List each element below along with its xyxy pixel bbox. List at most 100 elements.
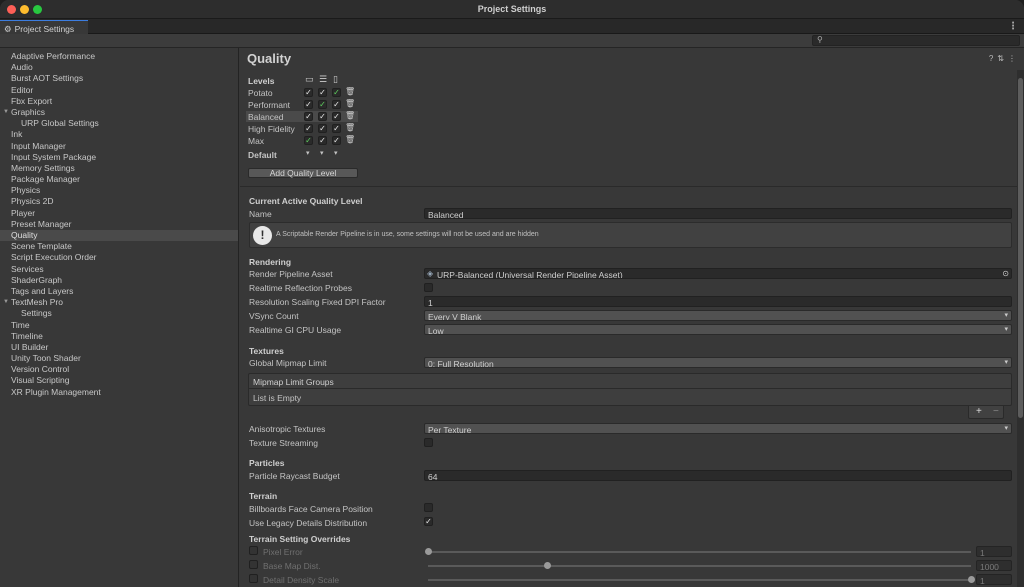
trash-icon[interactable]: 🗑 [345, 111, 355, 120]
sidebar-item[interactable]: XR Plugin Management [0, 387, 238, 398]
pixel-error-value[interactable]: 1 [976, 546, 1012, 558]
default-server-dropdown[interactable]: ▾ [320, 149, 324, 157]
dpi-factor-field[interactable]: 1 [424, 296, 1012, 307]
sidebar-item[interactable]: Physics 2D [0, 196, 238, 207]
platform-checkbox[interactable] [304, 124, 313, 133]
vsync-dropdown[interactable]: Every V Blank ▾ [424, 310, 1012, 321]
sidebar-item[interactable]: Memory Settings [0, 163, 238, 174]
sidebar-item[interactable]: Input Manager [0, 141, 238, 152]
trash-icon[interactable]: 🗑 [345, 135, 355, 144]
platform-checkbox[interactable] [304, 136, 313, 145]
sidebar-item[interactable]: Editor [0, 85, 238, 96]
platform-checkbox[interactable] [304, 100, 313, 109]
window-title: Project Settings [477, 4, 547, 14]
sidebar-item-label: Memory Settings [11, 162, 75, 173]
pipeline-asset-field[interactable]: ◈ URP-Balanced (Universal Render Pipelin… [424, 268, 1012, 279]
default-mobile-dropdown[interactable]: ▾ [334, 149, 338, 157]
platform-checkbox[interactable] [332, 136, 341, 145]
platform-checkbox[interactable] [332, 124, 341, 133]
quality-level-row[interactable]: Balanced 🗑 [246, 111, 358, 122]
platform-checkbox[interactable] [318, 124, 327, 133]
slider-knob[interactable] [968, 576, 975, 583]
reflection-probes-checkbox[interactable] [424, 283, 433, 292]
remove-item-button[interactable]: − [993, 406, 999, 417]
platform-checkbox[interactable] [304, 112, 313, 121]
sidebar-item[interactable]: Script Execution Order [0, 252, 238, 263]
expand-arrow-icon[interactable]: ▼ [3, 107, 9, 118]
sidebar-item[interactable]: Settings [0, 308, 238, 319]
sidebar-item[interactable]: Adaptive Performance [0, 51, 238, 62]
platform-checkbox[interactable] [318, 88, 327, 97]
sidebar-item[interactable]: Player [0, 208, 238, 219]
platform-checkbox[interactable] [304, 88, 313, 97]
search-input[interactable]: ⚲ [812, 35, 1020, 46]
texture-streaming-checkbox[interactable] [424, 438, 433, 447]
trash-icon[interactable]: 🗑 [345, 99, 355, 108]
sidebar-item[interactable]: Preset Manager [0, 219, 238, 230]
anisotropic-dropdown[interactable]: Per Texture ▾ [424, 423, 1012, 434]
sidebar-item[interactable]: Scene Template [0, 241, 238, 252]
sidebar-item[interactable]: Ink [0, 129, 238, 140]
slider-knob[interactable] [544, 562, 552, 569]
trash-icon[interactable]: 🗑 [345, 87, 355, 96]
mipmap-limit-dropdown[interactable]: 0: Full Resolution ▾ [424, 357, 1012, 368]
density-override-checkbox[interactable] [249, 574, 258, 583]
platform-checkbox[interactable] [332, 88, 341, 97]
sidebar-item[interactable]: Quality [0, 230, 238, 242]
expand-arrow-icon[interactable]: ▼ [3, 297, 9, 308]
legacy-details-checkbox[interactable] [424, 517, 433, 526]
basemap-slider[interactable] [428, 562, 971, 569]
sidebar-item[interactable]: Input System Package [0, 152, 238, 163]
add-quality-level-button[interactable]: Add Quality Level [248, 168, 358, 178]
sidebar-item[interactable]: Package Manager [0, 174, 238, 185]
add-item-button[interactable]: + [976, 406, 982, 417]
quality-level-row[interactable]: Performant 🗑 [246, 99, 358, 110]
slider-knob[interactable] [425, 548, 432, 555]
preset-icon[interactable]: ⇅ [997, 54, 1004, 63]
help-icon[interactable]: ? [989, 54, 993, 63]
platform-checkbox[interactable] [332, 112, 341, 121]
context-menu-icon[interactable]: ⋮ [1008, 54, 1016, 63]
sidebar-item[interactable]: Burst AOT Settings [0, 73, 238, 84]
sidebar-item[interactable]: Physics [0, 185, 238, 196]
sidebar-item[interactable]: ▼ TextMesh Pro [0, 297, 238, 308]
platform-checkbox[interactable] [318, 100, 327, 109]
trash-icon[interactable]: 🗑 [345, 123, 355, 132]
sidebar-item[interactable]: Version Control [0, 364, 238, 375]
scrollbar-thumb[interactable] [1018, 78, 1023, 418]
quality-level-row[interactable]: High Fidelity 🗑 [246, 123, 358, 134]
sidebar-item[interactable]: UI Builder [0, 342, 238, 353]
sidebar-item[interactable]: Tags and Layers [0, 286, 238, 297]
basemap-override-checkbox[interactable] [249, 560, 258, 569]
sidebar-item[interactable]: Services [0, 264, 238, 275]
basemap-value[interactable]: 1000 [976, 560, 1012, 572]
sidebar-item[interactable]: URP Global Settings [0, 118, 238, 129]
object-picker-icon[interactable]: ⊙ [1002, 269, 1009, 278]
sidebar-item[interactable]: ▼ Graphics [0, 107, 238, 118]
billboards-checkbox[interactable] [424, 503, 433, 512]
sidebar-item[interactable]: ShaderGraph [0, 275, 238, 286]
platform-checkbox[interactable] [332, 100, 341, 109]
platform-checkbox[interactable] [318, 136, 327, 145]
tab-project-settings[interactable]: ⚙ Project Settings [0, 20, 88, 35]
default-standalone-dropdown[interactable]: ▾ [306, 149, 310, 157]
quality-level-row[interactable]: Max 🗑 [246, 135, 358, 146]
density-slider[interactable] [428, 576, 975, 583]
vertical-scrollbar[interactable] [1017, 70, 1024, 587]
quality-level-row[interactable]: Potato 🗑 [246, 87, 358, 98]
raycast-budget-field[interactable]: 64 [424, 470, 1012, 481]
density-value[interactable]: 1 [976, 574, 1012, 586]
platform-checkbox[interactable] [318, 112, 327, 121]
pixel-error-slider[interactable] [425, 548, 971, 555]
project-settings-window: Project Settings ⚙ Project Settings ⋮ ⚲ A… [0, 0, 1024, 587]
sidebar-item[interactable]: Time [0, 320, 238, 331]
pixel-error-override-checkbox[interactable] [249, 546, 258, 555]
sidebar-item[interactable]: Audio [0, 62, 238, 73]
name-field[interactable]: Balanced [424, 208, 1012, 219]
sidebar-item[interactable]: Fbx Export [0, 96, 238, 107]
gi-cpu-dropdown[interactable]: Low ▾ [424, 324, 1012, 335]
more-options-icon[interactable]: ⋮ [1008, 21, 1018, 32]
sidebar-item[interactable]: Unity Toon Shader [0, 353, 238, 364]
sidebar-item[interactable]: Timeline [0, 331, 238, 342]
sidebar-item[interactable]: Visual Scripting [0, 375, 238, 386]
